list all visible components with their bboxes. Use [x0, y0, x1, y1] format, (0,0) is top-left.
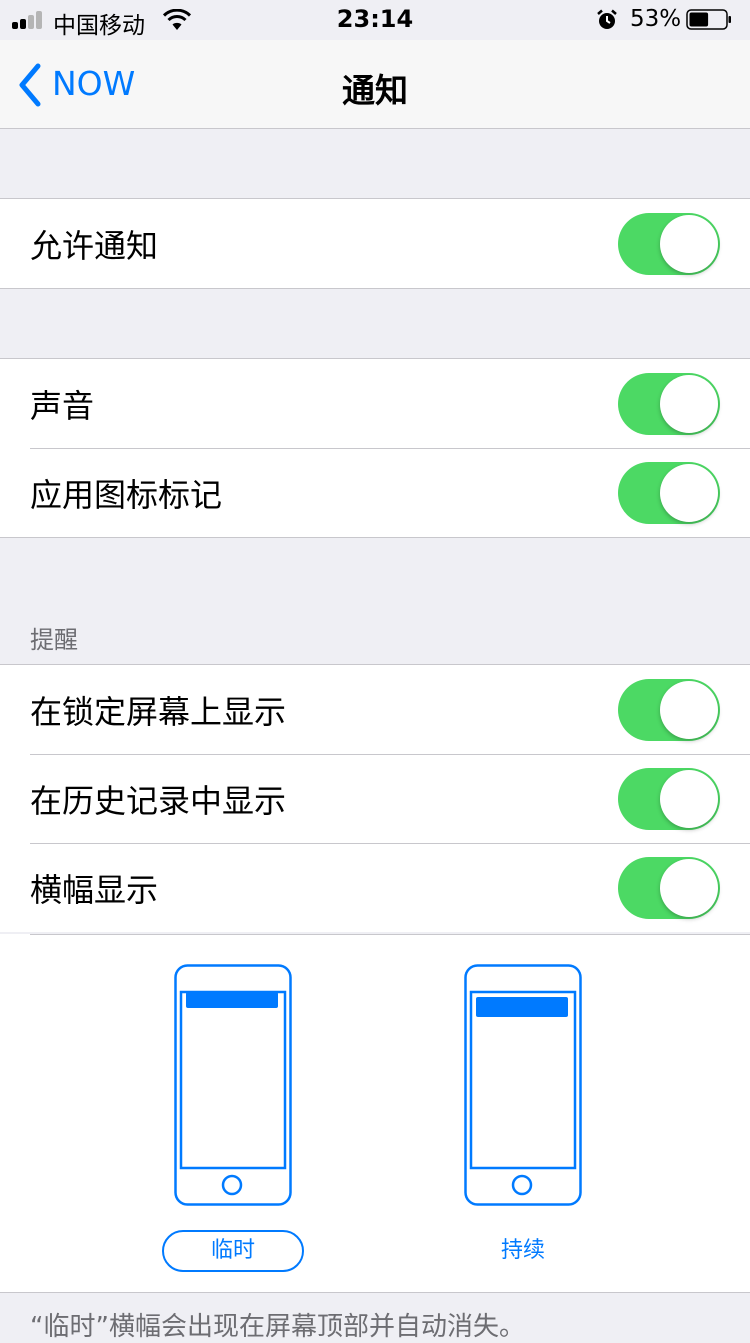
status-bar: 中国移动 23:14 53%: [0, 0, 750, 40]
banner-switch[interactable]: [618, 857, 720, 919]
sound-switch[interactable]: [618, 373, 720, 435]
temporary-banner-phone-icon[interactable]: [174, 964, 292, 1206]
alarm-icon: [597, 9, 617, 29]
alerts-section-header: 提醒: [30, 626, 78, 654]
banner-label: 横幅显示: [30, 871, 159, 909]
sound-label: 声音: [30, 387, 95, 425]
badge-row: 应用图标标记: [0, 448, 750, 537]
banner-row: 横幅显示: [0, 843, 750, 932]
persistent-banner-phone-icon[interactable]: [464, 964, 582, 1206]
history-label: 在历史记录中显示: [30, 782, 287, 820]
battery-percent: 53%: [630, 6, 682, 32]
temporary-style-button[interactable]: 临时: [162, 1230, 304, 1272]
sound-row: 声音: [0, 359, 750, 448]
banner-styles-area: 临时 持续: [0, 934, 750, 1293]
banner-footer-note: “临时”横幅会出现在屏幕顶部并自动消失。: [30, 1312, 525, 1342]
lock-screen-label: 在锁定屏幕上显示: [30, 693, 287, 731]
history-row: 在历史记录中显示: [0, 754, 750, 843]
history-switch[interactable]: [618, 768, 720, 830]
page-title: 通知: [342, 71, 408, 110]
lock-screen-switch[interactable]: [618, 679, 720, 741]
sound-badge-group: 声音 应用图标标记: [0, 358, 750, 538]
badge-switch[interactable]: [618, 462, 720, 524]
persistent-style-button[interactable]: 持续: [452, 1230, 594, 1272]
allow-notifications-label: 允许通知: [30, 227, 159, 265]
alerts-group: 在锁定屏幕上显示 在历史记录中显示 横幅显示: [0, 664, 750, 932]
lock-screen-row: 在锁定屏幕上显示: [0, 665, 750, 754]
badge-label: 应用图标标记: [30, 476, 223, 514]
navigation-bar: NOW 通知: [0, 40, 750, 129]
battery-icon: [686, 9, 731, 30]
allow-notifications-group: 允许通知: [0, 198, 750, 289]
allow-notifications-switch[interactable]: [618, 213, 720, 275]
allow-notifications-row: 允许通知: [0, 199, 750, 288]
